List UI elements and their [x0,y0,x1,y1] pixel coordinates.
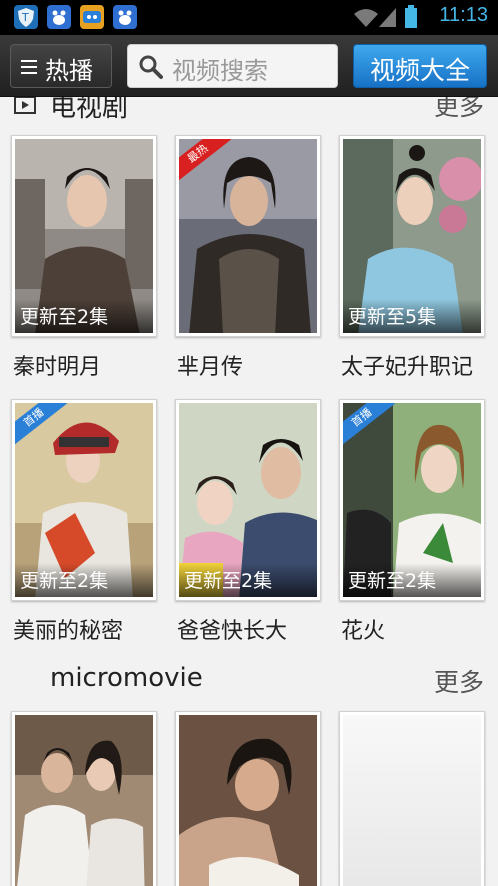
poster-image: 最热 [179,139,317,333]
video-title[interactable]: 花火 [341,613,385,645]
search-icon [139,55,163,79]
tv-icon [14,97,36,114]
update-text: 更新至5集 [348,306,437,328]
video-card[interactable]: 更新至2集 [11,135,157,337]
status-bar: T 11:13 [0,0,498,35]
poster-image: 首播 更新至2集 [15,403,153,597]
clock: 11:13 [439,4,488,26]
content-scroll[interactable]: 电视剧 更多 更新至2集 秦时明月 最热 芈月传 更新至5集 太子妃升职记 首播… [0,97,498,886]
video-title[interactable]: 秦时明月 [13,349,101,381]
update-overlay: 更新至2集 [15,563,153,597]
video-card[interactable]: 首播 更新至2集 [11,399,157,601]
svg-text:T: T [21,11,29,24]
video-card[interactable]: 更新至2集 [175,399,321,601]
poster-image [15,715,153,886]
video-title[interactable]: 美丽的秘密 [13,613,123,645]
section-header-micromovie: micromovie 更多 [0,663,498,703]
video-card[interactable]: 更新至5集 [339,135,485,337]
all-videos-button[interactable]: 视频大全 [353,44,487,88]
poster-image [179,715,317,886]
video-card[interactable]: 首播 更新至2集 [339,399,485,601]
update-text: 更新至2集 [348,570,437,592]
search-placeholder: 视频搜索 [172,57,268,85]
section-title: micromovie [50,663,203,693]
more-link[interactable]: 更多 [434,97,484,123]
top-toolbar: 热播 视频搜索 视频大全 [0,35,498,97]
hot-menu-button[interactable]: 热播 [10,44,112,88]
poster-image: 首播 更新至2集 [343,403,481,597]
update-overlay: 更新至2集 [343,563,481,597]
update-text: 更新至2集 [20,570,109,592]
all-videos-label: 视频大全 [369,56,470,85]
poster-image: 更新至2集 [15,139,153,333]
video-title[interactable]: 芈月传 [177,349,243,381]
section-title: 电视剧 [50,97,129,123]
update-overlay: 更新至2集 [15,299,153,333]
video-card[interactable]: 最热 [175,135,321,337]
more-link[interactable]: 更多 [434,663,484,699]
poster-image: 更新至2集 [179,403,317,597]
video-card[interactable] [175,711,321,886]
update-text: 更新至2集 [184,570,273,592]
section-header-tv: 电视剧 更多 [0,97,498,127]
video-title[interactable]: 爸爸快长大 [177,613,287,645]
baidu-app-icon [113,5,137,29]
update-overlay: 更新至2集 [179,563,317,597]
poster-image [343,715,481,886]
menu-icon [21,60,37,74]
update-overlay: 更新至5集 [343,299,481,333]
poster-image: 更新至5集 [343,139,481,333]
search-input[interactable]: 视频搜索 [127,44,338,88]
battery-icon [405,5,417,28]
update-text: 更新至2集 [20,306,109,328]
hot-menu-label: 热播 [45,57,93,85]
signal-icon [379,8,396,27]
baidu-app-icon [47,5,71,29]
game-app-icon [80,5,104,29]
shield-app-icon: T [14,5,38,29]
video-card[interactable] [339,711,485,886]
video-card[interactable] [11,711,157,886]
wifi-icon [354,9,378,27]
video-title[interactable]: 太子妃升职记 [341,349,473,381]
